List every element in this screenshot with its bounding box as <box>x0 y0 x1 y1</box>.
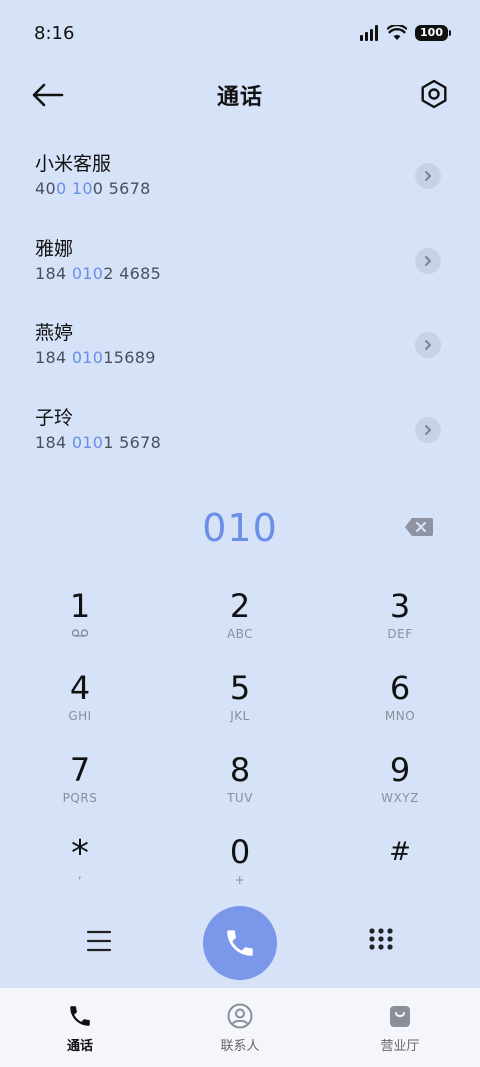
chevron-right-icon <box>425 171 431 181</box>
key-letters: ABC <box>226 627 254 641</box>
key-star[interactable]: * , <box>0 826 160 908</box>
key-letters: MNO <box>384 709 416 723</box>
dial-keypad: 1 2 ABC 3 DEF 4 GHI 5 JKL 6 MNO 7 PQRS 8… <box>0 580 480 908</box>
wifi-icon <box>387 25 408 40</box>
dialpad-toggle-icon[interactable] <box>368 927 394 955</box>
tab-label: 联系人 <box>220 1039 260 1054</box>
dialer-actions <box>0 905 480 981</box>
key-digit: 5 <box>229 669 251 707</box>
key-7[interactable]: 7 PQRS <box>0 744 160 826</box>
contact-row[interactable]: 小米客服 400 100 5678 <box>0 133 480 218</box>
key-hash[interactable]: # <box>320 826 480 908</box>
key-letters: JKL <box>230 709 250 723</box>
key-letters: DEF <box>387 627 413 641</box>
contact-name: 子玲 <box>35 406 74 429</box>
key-digit: 2 <box>229 587 251 625</box>
key-digit: 9 <box>389 751 411 789</box>
system-icons: 100 <box>359 25 451 41</box>
contact-name: 小米客服 <box>35 153 112 175</box>
chevron-right-icon <box>425 340 431 350</box>
phone-icon <box>227 930 253 956</box>
contact-row[interactable]: 子玲 184 0101 5678 <box>0 387 480 472</box>
tab-label: 营业厅 <box>380 1039 420 1054</box>
chevron-right-icon <box>425 424 431 435</box>
settings-icon[interactable] <box>418 78 450 110</box>
page-title: 通话 <box>216 85 263 110</box>
key-digit: 3 <box>389 587 411 625</box>
key-digit: # <box>389 837 411 867</box>
key-9[interactable]: 9 WXYZ <box>320 744 480 826</box>
shopping-bag-icon <box>390 1006 410 1027</box>
contact-number: 184 0102 4685 <box>35 263 162 283</box>
phone-icon <box>70 1006 90 1026</box>
key-digit: 8 <box>229 751 251 789</box>
key-letters: WXYZ <box>381 791 419 805</box>
key-1[interactable]: 1 <box>0 580 160 662</box>
contact-row[interactable]: 雅娜 184 0102 4685 <box>0 218 480 303</box>
key-digit: 4 <box>69 669 91 707</box>
key-digit: 1 <box>69 587 91 625</box>
key-digit: 6 <box>389 669 411 707</box>
contact-number: 400 100 5678 <box>35 179 151 198</box>
voicemail-icon <box>71 629 89 637</box>
key-6[interactable]: 6 MNO <box>320 662 480 744</box>
tab-contacts[interactable]: 联系人 <box>160 988 320 1067</box>
back-arrow-icon[interactable] <box>30 80 66 110</box>
contact-name: 燕婷 <box>35 322 74 344</box>
chevron-right-icon <box>425 255 431 266</box>
key-letters: + <box>234 873 246 887</box>
bottom-tab-bar: 通话 联系人 营业厅 <box>0 988 480 1067</box>
key-3[interactable]: 3 DEF <box>320 580 480 662</box>
battery-icon: 100 <box>415 25 451 41</box>
key-letters: GHI <box>68 709 92 723</box>
menu-icon[interactable] <box>86 929 112 953</box>
status-time: 8:16 <box>34 22 75 44</box>
contact-detail-button[interactable] <box>415 416 441 443</box>
contact-suggestion-list: 小米客服 400 100 5678 雅娜 184 0102 4685 燕婷 18… <box>0 133 480 471</box>
contact-detail-button[interactable] <box>415 163 441 189</box>
key-0[interactable]: 0 + <box>160 826 320 908</box>
key-letters: TUV <box>227 791 253 805</box>
contact-number: 184 01015689 <box>35 348 156 367</box>
tab-label: 通话 <box>66 1039 93 1054</box>
key-8[interactable]: 8 TUV <box>160 744 320 826</box>
tab-calls[interactable]: 通话 <box>0 988 160 1067</box>
key-2[interactable]: 2 ABC <box>160 580 320 662</box>
header: 通话 <box>0 66 480 124</box>
contact-icon <box>227 1003 253 1029</box>
contact-detail-button[interactable] <box>415 332 441 358</box>
key-letters: , <box>77 867 83 881</box>
key-5[interactable]: 5 JKL <box>160 662 320 744</box>
key-4[interactable]: 4 GHI <box>0 662 160 744</box>
dial-input: 010 <box>0 500 480 556</box>
status-bar: 8:16 100 <box>0 0 480 66</box>
key-letters: PQRS <box>62 791 98 805</box>
dialed-number: 010 <box>202 506 278 550</box>
contact-number: 184 0101 5678 <box>35 432 162 452</box>
signal-icon <box>360 25 379 41</box>
contact-row[interactable]: 燕婷 184 01015689 <box>0 302 480 387</box>
contact-detail-button[interactable] <box>415 247 441 274</box>
key-digit: 7 <box>69 751 91 789</box>
key-digit: 0 <box>229 833 251 871</box>
backspace-icon[interactable] <box>404 517 434 537</box>
call-button[interactable] <box>203 906 277 980</box>
contact-name: 雅娜 <box>35 237 74 260</box>
tab-service-hall[interactable]: 营业厅 <box>320 988 480 1067</box>
